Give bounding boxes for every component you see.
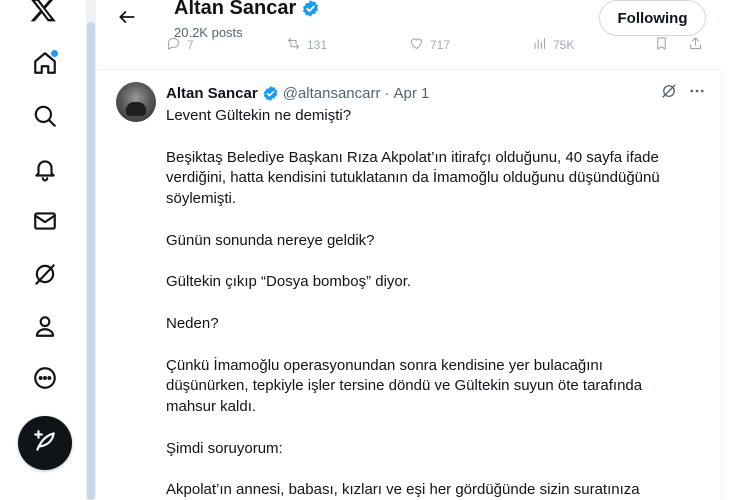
tweet-text: Levent Gültekin ne demişti? Beşiktaş Bel…: [166, 106, 706, 500]
meta-separator: ·: [384, 84, 390, 102]
verified-badge-icon: [262, 85, 279, 102]
repost-icon: [286, 36, 301, 54]
tweet-line: Beşiktaş Belediye Başkanı Rıza Akpolat’ı…: [166, 148, 659, 166]
reply-icon: [166, 36, 181, 54]
views-count: 75K: [553, 38, 575, 52]
tweet-line: Günün sonunda nereye geldik?: [166, 231, 375, 249]
more-circle-icon: [32, 365, 58, 396]
repost-action[interactable]: 131: [286, 36, 327, 54]
notifications-icon: [32, 156, 58, 187]
verified-badge-icon: [301, 0, 320, 18]
scrollbar[interactable]: [86, 0, 96, 500]
back-button[interactable]: [110, 2, 144, 36]
grok-icon: [32, 261, 58, 292]
scrollbar-thumb[interactable]: [87, 22, 95, 500]
author-handle[interactable]: @altansancarr: [283, 85, 381, 102]
following-button[interactable]: Following: [599, 0, 706, 36]
tweet-line: Akpolat’ın annesi, babası, kızları ve eş…: [166, 481, 640, 499]
tweet-line: düşünürken, tepkiyle işler tersine döndü…: [166, 377, 643, 395]
tweet-line: Şimdi soruyorum:: [166, 439, 283, 457]
tweet-more-button[interactable]: [686, 82, 708, 104]
tweet-line: söylemişti.: [166, 190, 237, 208]
tweet-line: Çünkü İmamoğlu operasyonundan sonra kend…: [166, 356, 603, 374]
nav-more[interactable]: [22, 357, 68, 403]
tweet-line: Neden?: [166, 314, 219, 332]
header-name: Altan Sancar: [174, 0, 297, 19]
profile-header: Altan Sancar 20.2K posts Following 7 131…: [96, 0, 722, 70]
messages-icon: [32, 208, 58, 239]
like-count: 717: [430, 38, 451, 52]
profile-icon: [32, 313, 58, 344]
grok-icon: [660, 82, 678, 105]
main-column: Altan Sancar 20.2K posts Following 7 131…: [96, 0, 722, 500]
header-title: Altan Sancar: [174, 0, 320, 20]
tweet-line: Levent Gültekin ne demişti?: [166, 107, 352, 124]
bookmark-action[interactable]: [654, 36, 669, 54]
right-gutter: [722, 0, 750, 500]
repost-count: 131: [307, 38, 328, 52]
reply-action[interactable]: 7: [166, 36, 194, 54]
tweet-date[interactable]: Apr 1: [393, 85, 429, 102]
nav-explore[interactable]: [22, 95, 68, 141]
nav-home[interactable]: [22, 42, 68, 88]
grok-explain-button[interactable]: [658, 82, 680, 104]
share-icon: [688, 36, 703, 54]
tweet[interactable]: Altan Sancar @altansancarr · Apr 1 Leven…: [96, 70, 722, 500]
avatar[interactable]: [116, 82, 156, 122]
home-notification-dot: [51, 50, 58, 57]
ellipsis-icon: [688, 82, 706, 105]
nav-grok[interactable]: [22, 253, 68, 299]
nav-messages[interactable]: [22, 200, 68, 246]
nav-notifications[interactable]: [22, 148, 68, 194]
heart-icon: [409, 36, 424, 54]
search-icon: [32, 103, 58, 134]
compose-post-button[interactable]: [18, 416, 72, 470]
tweet-header: Altan Sancar @altansancarr · Apr 1: [166, 82, 429, 104]
nav-profile[interactable]: [22, 305, 68, 351]
left-nav: [0, 0, 86, 500]
views-action[interactable]: 75K: [532, 36, 574, 54]
tweet-line: verdiğini, hatta kendisini tutuklatanın …: [166, 169, 660, 187]
post-compose-icon: [32, 428, 58, 459]
author-name[interactable]: Altan Sancar: [166, 85, 258, 102]
share-action[interactable]: [688, 36, 703, 54]
x-logo-icon[interactable]: [28, 0, 62, 26]
bookmark-icon: [654, 36, 669, 54]
like-action[interactable]: 717: [409, 36, 450, 54]
views-icon: [532, 36, 547, 54]
arrow-left-icon: [117, 7, 137, 32]
tweet-line: Gültekin çıkıp “Dosya bomboş” diyor.: [166, 273, 412, 291]
tweet-line: mahsur kaldı.: [166, 398, 257, 416]
previous-tweet-actions: 7 131 717 75K: [166, 36, 706, 54]
reply-count: 7: [187, 38, 194, 52]
